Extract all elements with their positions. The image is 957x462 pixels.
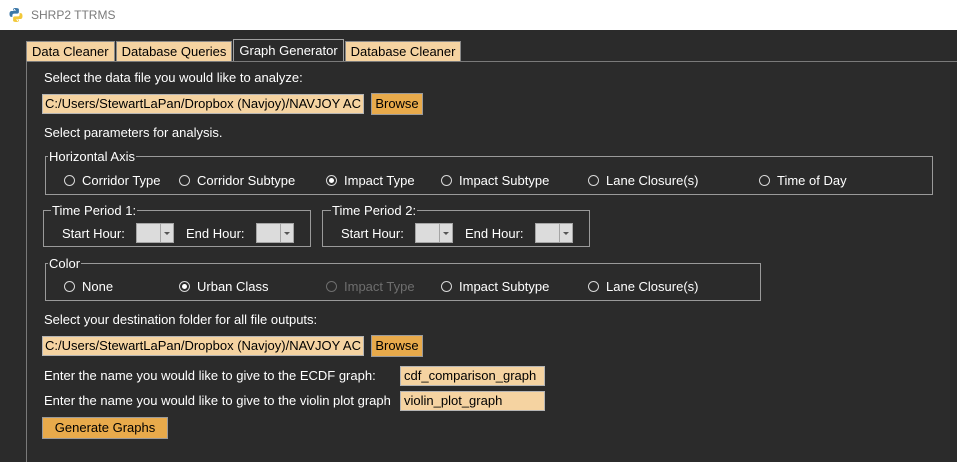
radio-label: Time of Day — [777, 173, 847, 188]
color-none-radio[interactable]: None — [64, 279, 113, 294]
tp1-end-hour-select[interactable] — [256, 223, 294, 243]
radio-label: Lane Closure(s) — [606, 173, 699, 188]
radio-label: Corridor Subtype — [197, 173, 296, 188]
tab-bar: Data Cleaner Database Queries Graph Gene… — [26, 39, 462, 61]
haxis-impact-type-radio[interactable]: Impact Type — [326, 173, 415, 188]
destination-prompt: Select your destination folder for all f… — [44, 312, 318, 327]
radio-label: Urban Class — [197, 279, 269, 294]
tp1-start-hour-label: Start Hour: — [62, 226, 125, 241]
destination-path-input[interactable]: C:/Users/StewartLaPan/Dropbox (Navjoy)/N… — [42, 336, 364, 356]
window-body: Data Cleaner Database Queries Graph Gene… — [0, 30, 957, 462]
haxis-corridor-subtype-radio[interactable]: Corridor Subtype — [179, 173, 295, 188]
generate-graphs-button[interactable]: Generate Graphs — [42, 417, 168, 439]
radio-circle-icon — [588, 281, 599, 292]
dropdown-button[interactable] — [160, 224, 173, 242]
radio-circle-icon — [64, 175, 75, 186]
haxis-lane-closures-radio[interactable]: Lane Closure(s) — [588, 173, 699, 188]
title-bar: SHRP2 TTRMS — [0, 0, 957, 30]
tp1-end-hour-label: End Hour: — [186, 226, 245, 241]
violin-name-input[interactable]: violin_plot_graph — [400, 391, 545, 411]
chevron-down-icon — [284, 232, 290, 235]
time-period-1-title: Time Period 1: — [51, 203, 138, 218]
data-file-prompt: Select the data file you would like to a… — [44, 70, 303, 85]
radio-label: Impact Subtype — [459, 173, 550, 188]
radio-circle-icon — [64, 281, 75, 292]
chevron-down-icon — [164, 232, 170, 235]
radio-circle-icon — [588, 175, 599, 186]
radio-selected-icon — [179, 281, 190, 292]
tp2-end-hour-label: End Hour: — [465, 226, 524, 241]
tab-data-cleaner[interactable]: Data Cleaner — [26, 41, 115, 61]
python-app-icon — [9, 8, 23, 22]
radio-label: Lane Closure(s) — [606, 279, 699, 294]
chevron-down-icon — [443, 232, 449, 235]
tp2-end-hour-select[interactable] — [535, 223, 573, 243]
chevron-down-icon — [563, 232, 569, 235]
radio-circle-icon — [759, 175, 770, 186]
tp2-start-hour-select[interactable] — [415, 223, 453, 243]
tp1-start-hour-select[interactable] — [136, 223, 174, 243]
radio-circle-icon — [441, 281, 452, 292]
parameters-prompt: Select parameters for analysis. — [44, 125, 223, 140]
horizontal-axis-title: Horizontal Axis — [48, 149, 136, 164]
dropdown-button[interactable] — [559, 224, 572, 242]
radio-label: Corridor Type — [82, 173, 161, 188]
violin-name-prompt: Enter the name you would like to give to… — [44, 393, 391, 408]
window-title: SHRP2 TTRMS — [31, 8, 116, 22]
time-period-2-title: Time Period 2: — [331, 203, 418, 218]
tab-database-cleaner[interactable]: Database Cleaner — [344, 41, 462, 61]
haxis-time-of-day-radio[interactable]: Time of Day — [759, 173, 847, 188]
haxis-corridor-type-radio[interactable]: Corridor Type — [64, 173, 161, 188]
dropdown-button[interactable] — [280, 224, 293, 242]
radio-selected-icon — [326, 175, 337, 186]
radio-circle-icon — [326, 281, 337, 292]
color-lane-closures-radio[interactable]: Lane Closure(s) — [588, 279, 699, 294]
graph-generator-panel: Select the data file you would like to a… — [26, 61, 957, 462]
haxis-impact-subtype-radio[interactable]: Impact Subtype — [441, 173, 549, 188]
radio-circle-icon — [441, 175, 452, 186]
radio-label: Impact Subtype — [459, 279, 550, 294]
color-impact-subtype-radio[interactable]: Impact Subtype — [441, 279, 549, 294]
radio-label: Impact Type — [344, 173, 415, 188]
data-file-path-input[interactable]: C:/Users/StewartLaPan/Dropbox (Navjoy)/N… — [42, 94, 364, 114]
ecdf-name-prompt: Enter the name you would like to give to… — [44, 368, 376, 383]
tp2-start-hour-label: Start Hour: — [341, 226, 404, 241]
dropdown-button[interactable] — [439, 224, 452, 242]
data-file-browse-button[interactable]: Browse — [371, 93, 423, 115]
tab-database-queries[interactable]: Database Queries — [115, 41, 233, 61]
color-urban-class-radio[interactable]: Urban Class — [179, 279, 269, 294]
destination-browse-button[interactable]: Browse — [371, 335, 423, 357]
color-impact-type-radio: Impact Type — [326, 279, 415, 294]
tab-graph-generator[interactable]: Graph Generator — [233, 39, 344, 61]
radio-label: None — [82, 279, 114, 294]
radio-circle-icon — [179, 175, 190, 186]
color-group-title: Color — [48, 256, 82, 271]
ecdf-name-input[interactable]: cdf_comparison_graph — [400, 366, 545, 386]
radio-label: Impact Type — [344, 279, 415, 294]
